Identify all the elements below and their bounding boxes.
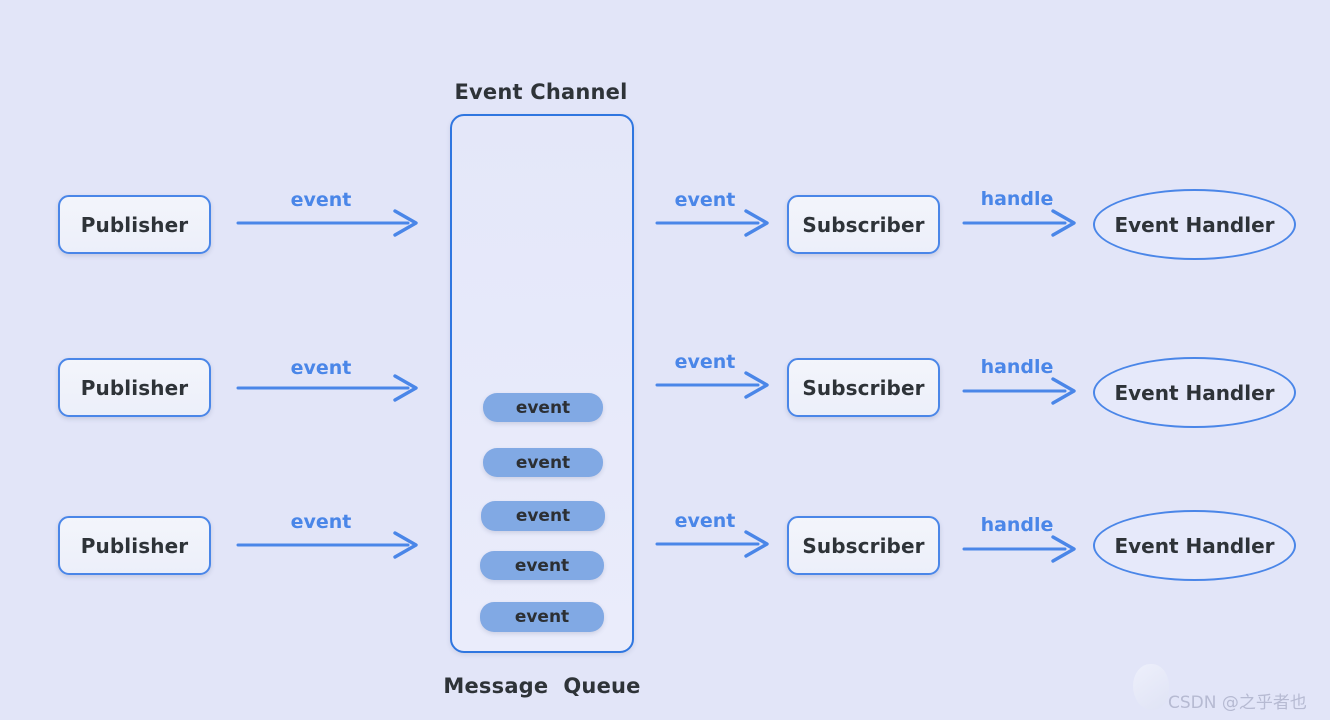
- event-handler-ellipse[interactable]: Event Handler: [1093, 510, 1296, 581]
- watermark-blob: [1133, 664, 1169, 710]
- queue-item: event: [480, 551, 604, 580]
- queue-item-label: event: [514, 555, 570, 576]
- handle-arrow-label: handle: [980, 188, 1054, 210]
- queue-item-label: event: [515, 506, 571, 526]
- publisher-label: Publisher: [80, 375, 189, 400]
- subscriber-label: Subscriber: [802, 533, 925, 558]
- queue-item-label: event: [515, 452, 571, 473]
- deliver-arrow: [655, 530, 769, 558]
- deliver-arrow-label: event: [674, 510, 736, 532]
- handle-arrow-label: handle: [980, 356, 1054, 378]
- handle-arrow: [962, 535, 1076, 563]
- publisher-label: Publisher: [80, 533, 189, 558]
- diagram-canvas: Event Channel event event event event ev…: [0, 0, 1330, 720]
- handle-arrow-label: handle: [980, 514, 1054, 536]
- queue-item: event: [481, 501, 605, 531]
- publish-arrow-label: event: [290, 189, 352, 211]
- subscriber-label: Subscriber: [802, 375, 925, 400]
- event-handler-label: Event Handler: [1114, 533, 1275, 558]
- event-handler-ellipse[interactable]: Event Handler: [1093, 357, 1296, 428]
- publish-arrow: [236, 209, 418, 237]
- subscriber-box[interactable]: Subscriber: [787, 195, 940, 254]
- watermark-text: CSDN @之乎者也: [1168, 693, 1307, 713]
- publish-arrow-label: event: [290, 511, 352, 533]
- deliver-arrow-label: event: [674, 351, 736, 373]
- publish-arrow: [236, 531, 418, 559]
- publisher-box[interactable]: Publisher: [58, 516, 211, 575]
- event-channel-title: Event Channel: [454, 80, 628, 104]
- subscriber-label: Subscriber: [802, 212, 925, 237]
- deliver-arrow-label: event: [674, 189, 736, 211]
- publisher-box[interactable]: Publisher: [58, 195, 211, 254]
- publish-arrow-label: event: [290, 357, 352, 379]
- handle-arrow: [962, 377, 1076, 405]
- event-handler-label: Event Handler: [1114, 380, 1275, 405]
- queue-item: event: [483, 393, 603, 422]
- handle-arrow: [962, 209, 1076, 237]
- deliver-arrow: [655, 209, 769, 237]
- queue-item: event: [483, 448, 603, 477]
- subscriber-box[interactable]: Subscriber: [787, 358, 940, 417]
- event-handler-ellipse[interactable]: Event Handler: [1093, 189, 1296, 260]
- message-queue-title: Message Queue: [443, 674, 641, 698]
- queue-item-label: event: [515, 397, 571, 418]
- subscriber-box[interactable]: Subscriber: [787, 516, 940, 575]
- deliver-arrow: [655, 371, 769, 399]
- queue-item: event: [480, 602, 604, 632]
- queue-item-label: event: [514, 607, 570, 627]
- publisher-label: Publisher: [80, 212, 189, 237]
- publisher-box[interactable]: Publisher: [58, 358, 211, 417]
- event-handler-label: Event Handler: [1114, 212, 1275, 237]
